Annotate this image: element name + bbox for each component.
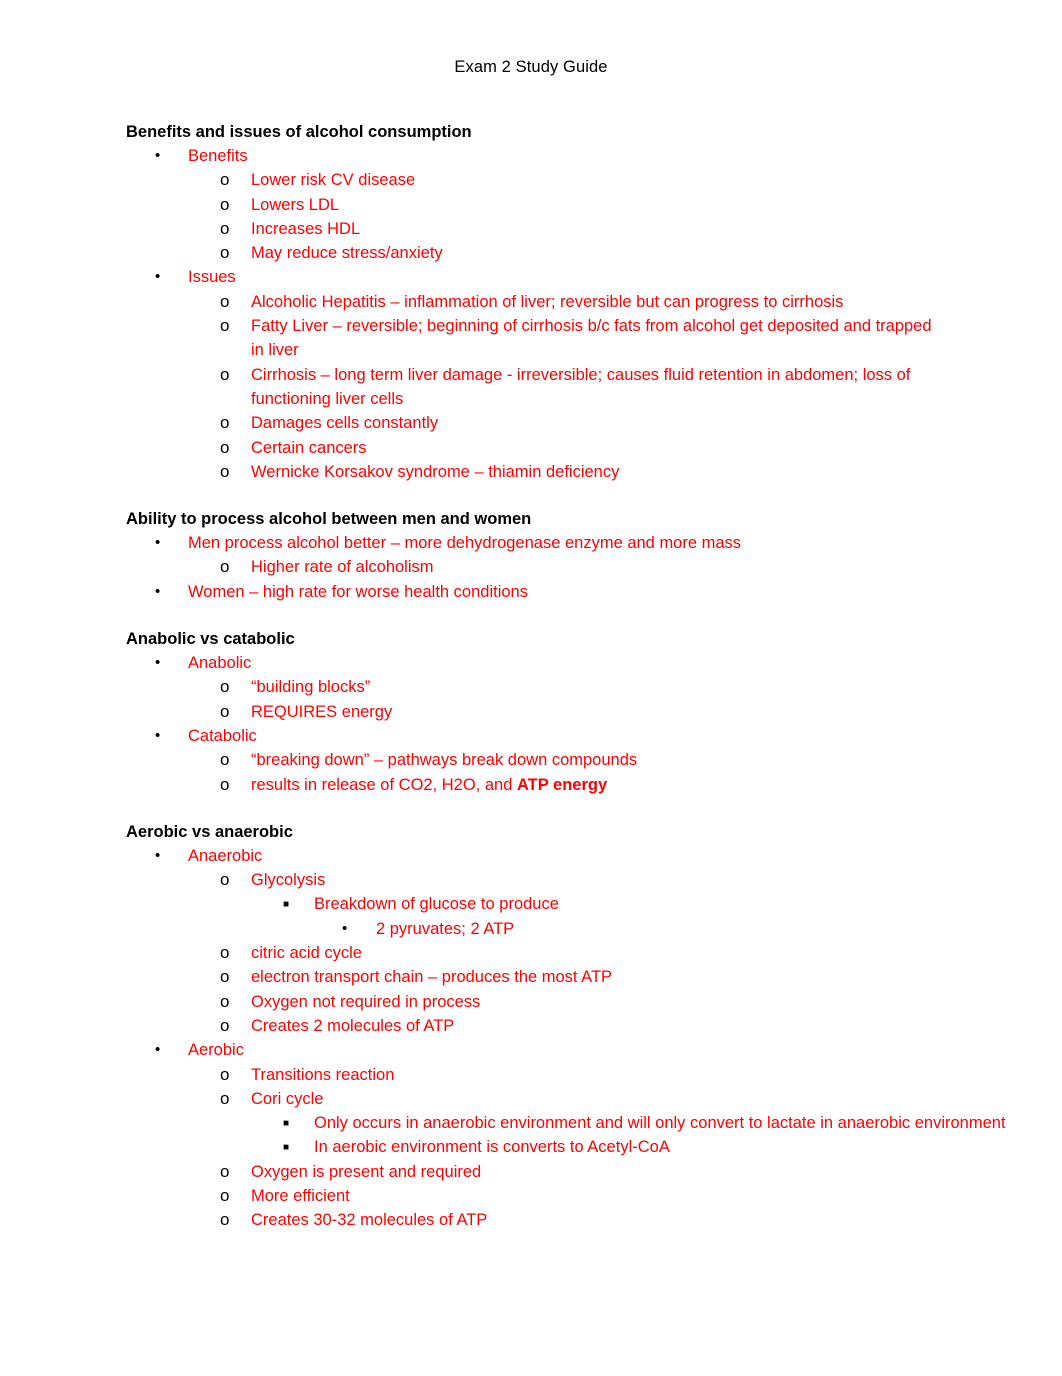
- list-item: o Damages cells constantly: [126, 411, 946, 435]
- list-item: • Issues: [126, 265, 946, 289]
- hollow-bullet-icon: o: [220, 701, 230, 721]
- list-item: o Lowers LDL: [126, 193, 946, 217]
- list-item: o Fatty Liver – reversible; beginning of …: [220, 316, 932, 360]
- list-item: • Women – high rate for worse health cond…: [126, 580, 946, 604]
- bullet-icon: •: [155, 534, 161, 552]
- square-bullet-icon: ■: [283, 899, 290, 911]
- hollow-bullet-icon: o: [220, 1210, 230, 1230]
- list-item: • Anaerobic: [126, 844, 946, 868]
- list-item: • Anabolic: [126, 651, 946, 675]
- section-heading: Ability to process alcohol between men a…: [126, 510, 532, 529]
- list-item: o “breaking down” – pathways break down c…: [126, 748, 946, 772]
- list-item: o Oxygen not required in process: [126, 990, 946, 1014]
- list-item: o Certain cancers: [126, 436, 946, 460]
- list-item: ■ Only occurs in anaerobic environment an…: [126, 1111, 1062, 1135]
- hollow-bullet-icon: o: [220, 967, 230, 987]
- bullet-icon: •: [342, 919, 348, 937]
- list-item: o Transitions reaction: [126, 1063, 946, 1087]
- hollow-bullet-icon: o: [220, 291, 230, 311]
- list-item: o Increases HDL: [126, 217, 946, 241]
- section-heading: Benefits and issues of alcohol consumpti…: [126, 123, 472, 141]
- hollow-bullet-icon: o: [220, 677, 230, 697]
- hollow-bullet-icon: o: [220, 774, 230, 794]
- hollow-bullet-icon: o: [220, 557, 230, 577]
- list-item: o Creates 2 molecules of ATP: [126, 1014, 946, 1038]
- section-anabolic-catabolic: Anabolic vs catabolic • Anabolic o “buildi…: [126, 628, 946, 797]
- hollow-bullet-icon: o: [220, 1088, 230, 1108]
- list-item: • Aerobic: [126, 1038, 946, 1062]
- list-item: o electron transport chain – produces the…: [126, 965, 946, 989]
- bullet-icon: •: [155, 726, 161, 744]
- list-item: ■ Breakdown of glucose to produce: [126, 892, 946, 916]
- section-alcohol-benefits-issues: Benefits and issues of alcohol consumpti…: [126, 121, 946, 484]
- bullet-icon: •: [155, 654, 161, 672]
- section-men-women-processing: Ability to process alcohol between men a…: [126, 508, 946, 604]
- list-item: o citric acid cycle: [126, 941, 946, 965]
- list-item: o Creates 30-32 molecules of ATP: [126, 1208, 946, 1232]
- hollow-bullet-icon: o: [220, 243, 230, 263]
- section-heading: Aerobic vs anaerobic: [126, 822, 293, 841]
- hollow-bullet-icon: o: [220, 943, 230, 963]
- hollow-bullet-icon: o: [220, 413, 230, 433]
- hollow-bullet-icon: o: [220, 170, 230, 190]
- section-aerobic-anaerobic: Aerobic vs anaerobic • Anaerobic o Glycoly…: [126, 821, 1006, 1233]
- list-item: o “building blocks”: [126, 675, 946, 699]
- list-item: • 2 pyruvates; 2 ATP: [126, 917, 946, 941]
- hollow-bullet-icon: o: [220, 316, 230, 336]
- list-item: o Higher rate of alcoholism: [126, 555, 946, 579]
- hollow-bullet-icon: o: [220, 364, 230, 384]
- list-item: o Alcoholic Hepatitis – inflammation of l…: [126, 290, 946, 314]
- hollow-bullet-icon: o: [220, 991, 230, 1011]
- hollow-bullet-icon: o: [220, 1185, 230, 1205]
- list-item: o Oxygen is present and required: [126, 1160, 946, 1184]
- hollow-bullet-icon: o: [220, 461, 230, 481]
- list-item: o Lower risk CV disease: [126, 168, 946, 192]
- hollow-bullet-icon: o: [220, 1064, 230, 1084]
- hollow-bullet-icon: o: [220, 750, 230, 770]
- section-heading: Anabolic vs catabolic: [126, 630, 295, 649]
- list-item: • Men process alcohol better – more dehyd…: [126, 531, 946, 555]
- document-page: Exam 2 Study Guide Benefits and issues o…: [0, 0, 1062, 1376]
- document-body: Benefits and issues of alcohol consumpti…: [126, 121, 1006, 1233]
- list-item: • Benefits: [126, 144, 946, 168]
- square-bullet-icon: ■: [283, 1118, 290, 1130]
- list-item: o REQUIRES energy: [126, 700, 946, 724]
- bullet-icon: •: [155, 1041, 161, 1059]
- bullet-icon: •: [155, 268, 161, 286]
- document-title: Exam 2 Study Guide: [454, 58, 608, 76]
- list-item: o Cirrhosis – long term liver damage - ir…: [220, 364, 911, 408]
- list-item: o results in release of CO2, H2O, and ATP…: [126, 773, 946, 797]
- list-item: • Catabolic: [126, 724, 946, 748]
- list-item: o More efficient: [126, 1184, 946, 1208]
- hollow-bullet-icon: o: [220, 437, 230, 457]
- square-bullet-icon: ■: [283, 1142, 290, 1154]
- hollow-bullet-icon: o: [220, 1161, 230, 1181]
- bullet-icon: •: [155, 147, 161, 164]
- hollow-bullet-icon: o: [220, 194, 230, 214]
- list-item: o Cori cycle: [126, 1087, 946, 1111]
- list-item: o Glycolysis: [126, 868, 946, 892]
- bullet-icon: •: [155, 846, 161, 864]
- hollow-bullet-icon: o: [220, 218, 230, 238]
- hollow-bullet-icon: o: [220, 870, 230, 890]
- list-item: ■ In aerobic environment is converts to A…: [126, 1135, 946, 1159]
- list-item: o May reduce stress/anxiety: [126, 241, 946, 265]
- emphasis-text: ATP energy: [516, 775, 608, 794]
- bullet-icon: •: [155, 582, 161, 600]
- hollow-bullet-icon: o: [220, 1015, 230, 1035]
- list-item: o Wernicke Korsakov syndrome – thiamin de…: [126, 460, 946, 484]
